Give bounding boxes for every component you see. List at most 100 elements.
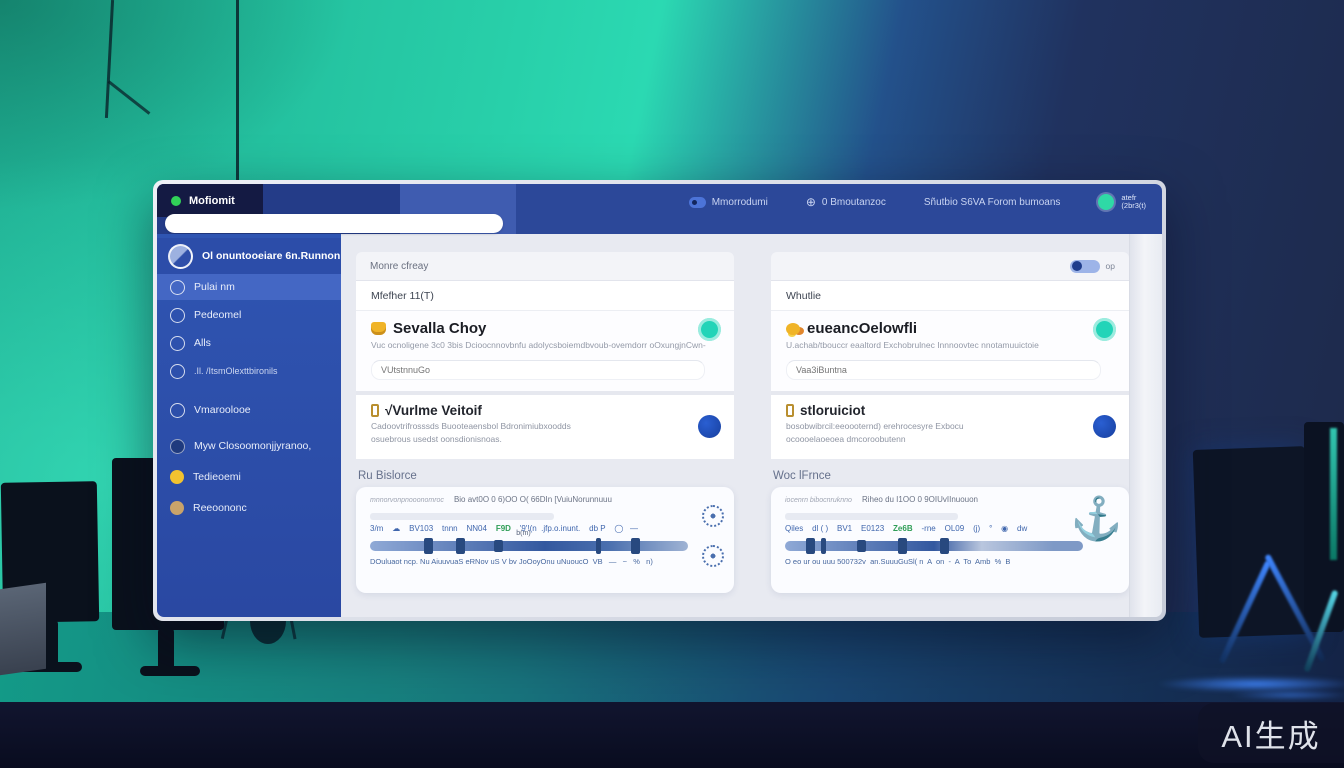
monitor-silhouette-right-2 [1304, 422, 1344, 632]
card-title: Sevalla Choy [393, 320, 486, 337]
top-nav-item-3[interactable]: Sñutbio S6VA Forom bumoans [924, 197, 1061, 208]
sidebar-item-label: Vmaroolooe [194, 404, 251, 416]
timeline-footer-text: O eo ur ou uuu 500732v an.SuuuGuSl( n A … [785, 557, 1083, 566]
card-line: bosobwibrcil:eeoooternd) erehrocesyre Ex… [786, 421, 1114, 431]
card-title: eueancOelowfli [807, 320, 917, 337]
yellow-dot-icon [170, 470, 184, 484]
top-nav-item-1[interactable]: Mmorrodumi [689, 197, 768, 208]
timeline-tokens: -rne OL09 (j) ° ◉ dw [913, 524, 1028, 533]
scroll-icon [786, 404, 794, 417]
card-input[interactable] [786, 360, 1101, 380]
user-menu[interactable]: atefr (2br3(t) [1098, 194, 1146, 210]
user-name-line2: (2br3(t) [1121, 202, 1146, 210]
circle-icon [170, 403, 185, 418]
sidebar-item-1[interactable]: Pulai nm [157, 274, 341, 300]
coins-icon [786, 323, 800, 335]
center-panel-tab[interactable]: Monre cfreay [356, 252, 734, 281]
timeline-script-text: mnnorvonpnooonomroc [370, 497, 444, 504]
avatar [1098, 194, 1114, 210]
timeline-token-row: Qiles dl ( ) BV1 E0123 Ze6B -rne OL09 (j… [785, 524, 1083, 533]
app-logo-label: Mofiomit [189, 195, 235, 207]
sidebar-item-label: Reeoononc [193, 502, 247, 514]
teal-action-button[interactable] [698, 318, 721, 341]
timeline-marker[interactable] [596, 538, 601, 554]
center-card-1: Sevalla Choy Vuc ocnoligene 3c0 3bis Dci… [356, 311, 734, 391]
timeline-scrubber[interactable] [785, 541, 1083, 551]
workspace-avatar [168, 244, 193, 269]
right-card-2: stloruiciot bosobwibrcil:eeoooternd) ere… [771, 395, 1129, 459]
sidebar-header-label: Ol onuntooeiare 6n.Runnon [202, 250, 340, 262]
teal-action-button[interactable] [1093, 318, 1116, 341]
sidebar-item-label: .Il. /ItsmOlexttbironils [194, 366, 278, 376]
card-line: ocoooelaoeoea dmcoroobutenn [786, 434, 1114, 444]
search-input[interactable] [165, 214, 503, 233]
sidebar-item-4[interactable]: .Il. /ItsmOlexttbironils [157, 358, 341, 384]
sidebar-item-7[interactable]: Tedieoemi [157, 464, 341, 490]
sidebar-item-5[interactable]: Vmaroolooe [157, 397, 341, 423]
top-nav-item-2[interactable]: ⊕ 0 Bmoutanzoc [806, 195, 886, 209]
timeline-track-faded [370, 513, 554, 520]
right-panel: op Whutlie eueancOelowfli U.achab/tboucc… [771, 252, 1129, 593]
badge-icon [689, 197, 706, 208]
desk-glow [1230, 690, 1344, 700]
app-logo: Mofiomit [157, 184, 263, 217]
timeline-marker[interactable] [821, 538, 826, 554]
circle-icon [170, 308, 185, 323]
blue-action-button[interactable] [1093, 415, 1116, 438]
gear-icon[interactable] [702, 505, 724, 527]
sidebar-item-label: Pedeomel [194, 309, 241, 321]
card-title-row: stloruiciot [786, 403, 1114, 418]
timeline-marker[interactable] [494, 540, 503, 552]
timeline-marker[interactable] [631, 538, 640, 554]
crown-icon [371, 322, 386, 335]
timeline-marker[interactable] [940, 538, 949, 554]
app-window: Mofiomit Mmorrodumi ⊕ 0 Bmoutanzoc Sñutb… [157, 184, 1162, 617]
right-card-1: eueancOelowfli U.achab/tbouccr eaaltord … [771, 311, 1129, 391]
sidebar-item-label: Pulai nm [194, 281, 235, 293]
timeline-marker[interactable] [806, 538, 815, 554]
center-panel-title-row: Mfefher 11(T) [356, 281, 734, 311]
status-dot-icon [171, 196, 181, 206]
toggle-switch[interactable] [1070, 260, 1100, 273]
gear-icon[interactable] [702, 545, 724, 567]
timeline-token-green: Ze6B [893, 524, 913, 533]
blue-action-button[interactable] [698, 415, 721, 438]
timeline-token-green: F9D [496, 524, 511, 533]
window-right-gutter[interactable] [1129, 234, 1162, 617]
sidebar-item-label: Myw Closoomonjjyranoo, [194, 440, 311, 452]
center-panel: Monre cfreay Mfefher 11(T) Sevalla Choy … [356, 252, 734, 593]
timeline-marker[interactable] [898, 538, 907, 554]
circle-icon [170, 364, 185, 379]
watermark-text: AI生成 [1221, 711, 1320, 756]
sidebar-item-8[interactable]: Reeoononc [157, 495, 341, 521]
card-title: stloruiciot [800, 403, 865, 418]
timeline-marker[interactable] [456, 538, 465, 554]
timeline-header-row: mnnorvonpnooonomroc Bio avt0O 0 6)OO O( … [370, 495, 688, 504]
monitor-base [140, 666, 200, 676]
sidebar-item-6[interactable]: Myw Closoomonjjyranoo, [157, 433, 341, 459]
timeline-marker-label: b(m) [516, 530, 530, 537]
timeline-header-text: Bio avt0O 0 6)OO O( 66DIn [VuiuNorunnuuu [454, 495, 612, 504]
card-title-row: eueancOelowfli [786, 320, 1114, 337]
card-title-row: √Vurlme Veitoif [371, 403, 719, 418]
section-label: Woc lFrnce [771, 470, 1129, 482]
app-window-frame: Mofiomit Mmorrodumi ⊕ 0 Bmoutanzoc Sñutb… [153, 180, 1166, 621]
timeline-marker[interactable] [424, 538, 433, 554]
card-subtitle: U.achab/tbouccr eaaltord Exchobrulnec In… [786, 340, 1114, 350]
top-nav-label: Sñutbio S6VA Forom bumoans [924, 197, 1061, 208]
timeline-scrubber[interactable] [370, 541, 688, 551]
sidebar-header[interactable]: Ol onuntooeiare 6n.Runnon [157, 238, 341, 274]
user-name: atefr (2br3(t) [1121, 194, 1146, 210]
center-card-2: √Vurlme Veitoif Cadoovtrifrosssds Buoote… [356, 395, 734, 459]
sidebar-item-label: Alls [194, 337, 211, 349]
sidebar-item-3[interactable]: Alls [157, 330, 341, 356]
top-nav: Mmorrodumi ⊕ 0 Bmoutanzoc Sñutbio S6VA F… [689, 184, 1146, 220]
card-input[interactable] [371, 360, 705, 380]
timeline-tokens: Qiles dl ( ) BV1 E0123 [785, 524, 893, 533]
timeline-marker[interactable] [857, 540, 866, 552]
sidebar-item-2[interactable]: Pedeomel [157, 302, 341, 328]
floor [0, 702, 1344, 768]
panel-title: Mfefher 11(T) [371, 290, 434, 302]
timeline-footer-text: DOuluaot ncp. Nu AiuuvuaS eRNov uS V bv … [370, 557, 688, 566]
timeline-bar-wrap: b(m) [370, 541, 688, 551]
